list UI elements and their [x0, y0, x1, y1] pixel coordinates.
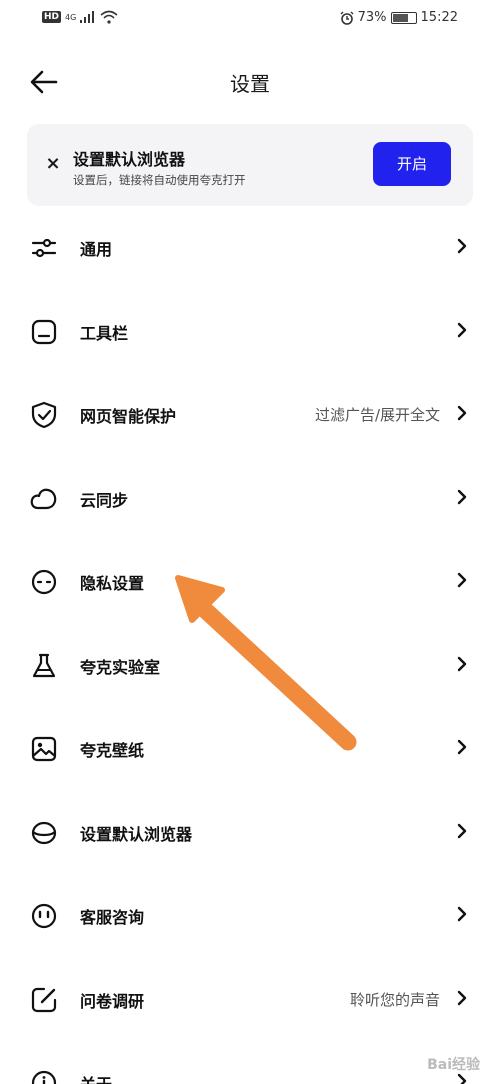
- toolbar-icon: [31, 319, 57, 344]
- shield-check-icon: [31, 401, 57, 429]
- battery-icon: [390, 11, 417, 24]
- chevron-right-icon: [457, 238, 467, 254]
- menu-item-toolbar[interactable]: 工具栏: [0, 290, 500, 374]
- menu-item-wallpaper[interactable]: 夸克壁纸: [0, 707, 500, 791]
- menu-item-label: 问卷调研: [80, 991, 145, 1011]
- chevron-right-icon: [457, 823, 467, 838]
- menu-item-lab[interactable]: 夸克实验室: [0, 624, 500, 708]
- chevron-right-icon: [457, 656, 467, 671]
- menu-item-label: 客服咨询: [80, 908, 145, 927]
- signal-type: 4G: [65, 12, 77, 22]
- menu-item-label: 工具栏: [80, 323, 129, 343]
- menu-item-label: 云同步: [80, 490, 129, 510]
- privacy-face-icon: [31, 569, 57, 595]
- menu-item-value: 聆听您的声音: [349, 990, 440, 1009]
- clock: 15:22: [420, 10, 458, 25]
- battery-percent: 73%: [357, 10, 387, 25]
- menu-item-survey[interactable]: 问卷调研 聆听您的声音: [0, 958, 500, 1042]
- menu-item-default-browser[interactable]: 设置默认浏览器: [0, 791, 500, 875]
- wifi-icon: [100, 10, 118, 24]
- chevron-right-icon: [457, 906, 467, 922]
- cloud-icon: [30, 488, 57, 509]
- chevron-right-icon: [457, 990, 467, 1005]
- menu-item-customer-service[interactable]: 客服咨询: [0, 874, 500, 958]
- info-icon: [31, 1070, 57, 1084]
- status-left: HD 4G: [42, 10, 118, 24]
- banner-title: 设置默认浏览器: [73, 150, 186, 169]
- menu-item-web-protection[interactable]: 网页智能保护 过滤广告/展开全文: [0, 373, 500, 457]
- menu-item-label: 夸克壁纸: [80, 741, 145, 760]
- sliders-icon: [31, 238, 57, 258]
- chevron-right-icon: [457, 739, 467, 755]
- chevron-right-icon: [457, 405, 467, 421]
- database-icon: [31, 821, 57, 844]
- battery-fill: [392, 13, 408, 22]
- menu-item-label: 关于: [80, 1071, 112, 1084]
- alarm-icon: [340, 11, 354, 25]
- menu-item-label: 网页智能保护: [80, 407, 177, 426]
- chevron-right-icon: [457, 572, 467, 588]
- page-title: 设置: [230, 72, 270, 96]
- status-right: 73% 15:22: [340, 10, 458, 25]
- menu-item-label: 夸克实验室: [80, 657, 161, 677]
- smile-face-icon: [31, 903, 57, 929]
- wallpaper-icon: [31, 736, 57, 762]
- menu-item-general[interactable]: 通用: [0, 206, 500, 290]
- status-bar: HD 4G 73% 15:22: [0, 0, 500, 40]
- chevron-right-icon: [457, 489, 467, 504]
- enable-button[interactable]: 开启: [373, 142, 451, 186]
- edit-square-icon: [31, 987, 57, 1012]
- banner-subtitle: 设置后，链接将自动使用夸克打开: [73, 173, 246, 187]
- default-browser-banner: × 设置默认浏览器 设置后，链接将自动使用夸克打开 开启: [27, 124, 473, 206]
- hd-badge: HD: [42, 11, 62, 23]
- menu-item-about[interactable]: 关于: [0, 1041, 500, 1084]
- watermark: Bai经验: [427, 1057, 480, 1073]
- menu-item-label: 通用: [80, 240, 113, 259]
- flask-icon: [32, 653, 56, 677]
- banner-close-button[interactable]: ×: [39, 150, 67, 178]
- menu-item-privacy[interactable]: 隐私设置: [0, 540, 500, 624]
- settings-menu: 通用 工具栏 网页智能保护 过滤广告/展开全文 云同步 隐私设置 夸克实验室 夸…: [0, 206, 500, 1084]
- menu-item-label: 设置默认浏览器: [80, 824, 193, 844]
- signal-icon: [80, 11, 95, 23]
- chevron-right-icon: [457, 322, 467, 337]
- menu-item-value: 过滤广告/展开全文: [314, 406, 440, 424]
- menu-item-cloud-sync[interactable]: 云同步: [0, 457, 500, 541]
- menu-item-label: 隐私设置: [80, 574, 145, 593]
- header: 设置: [0, 60, 500, 104]
